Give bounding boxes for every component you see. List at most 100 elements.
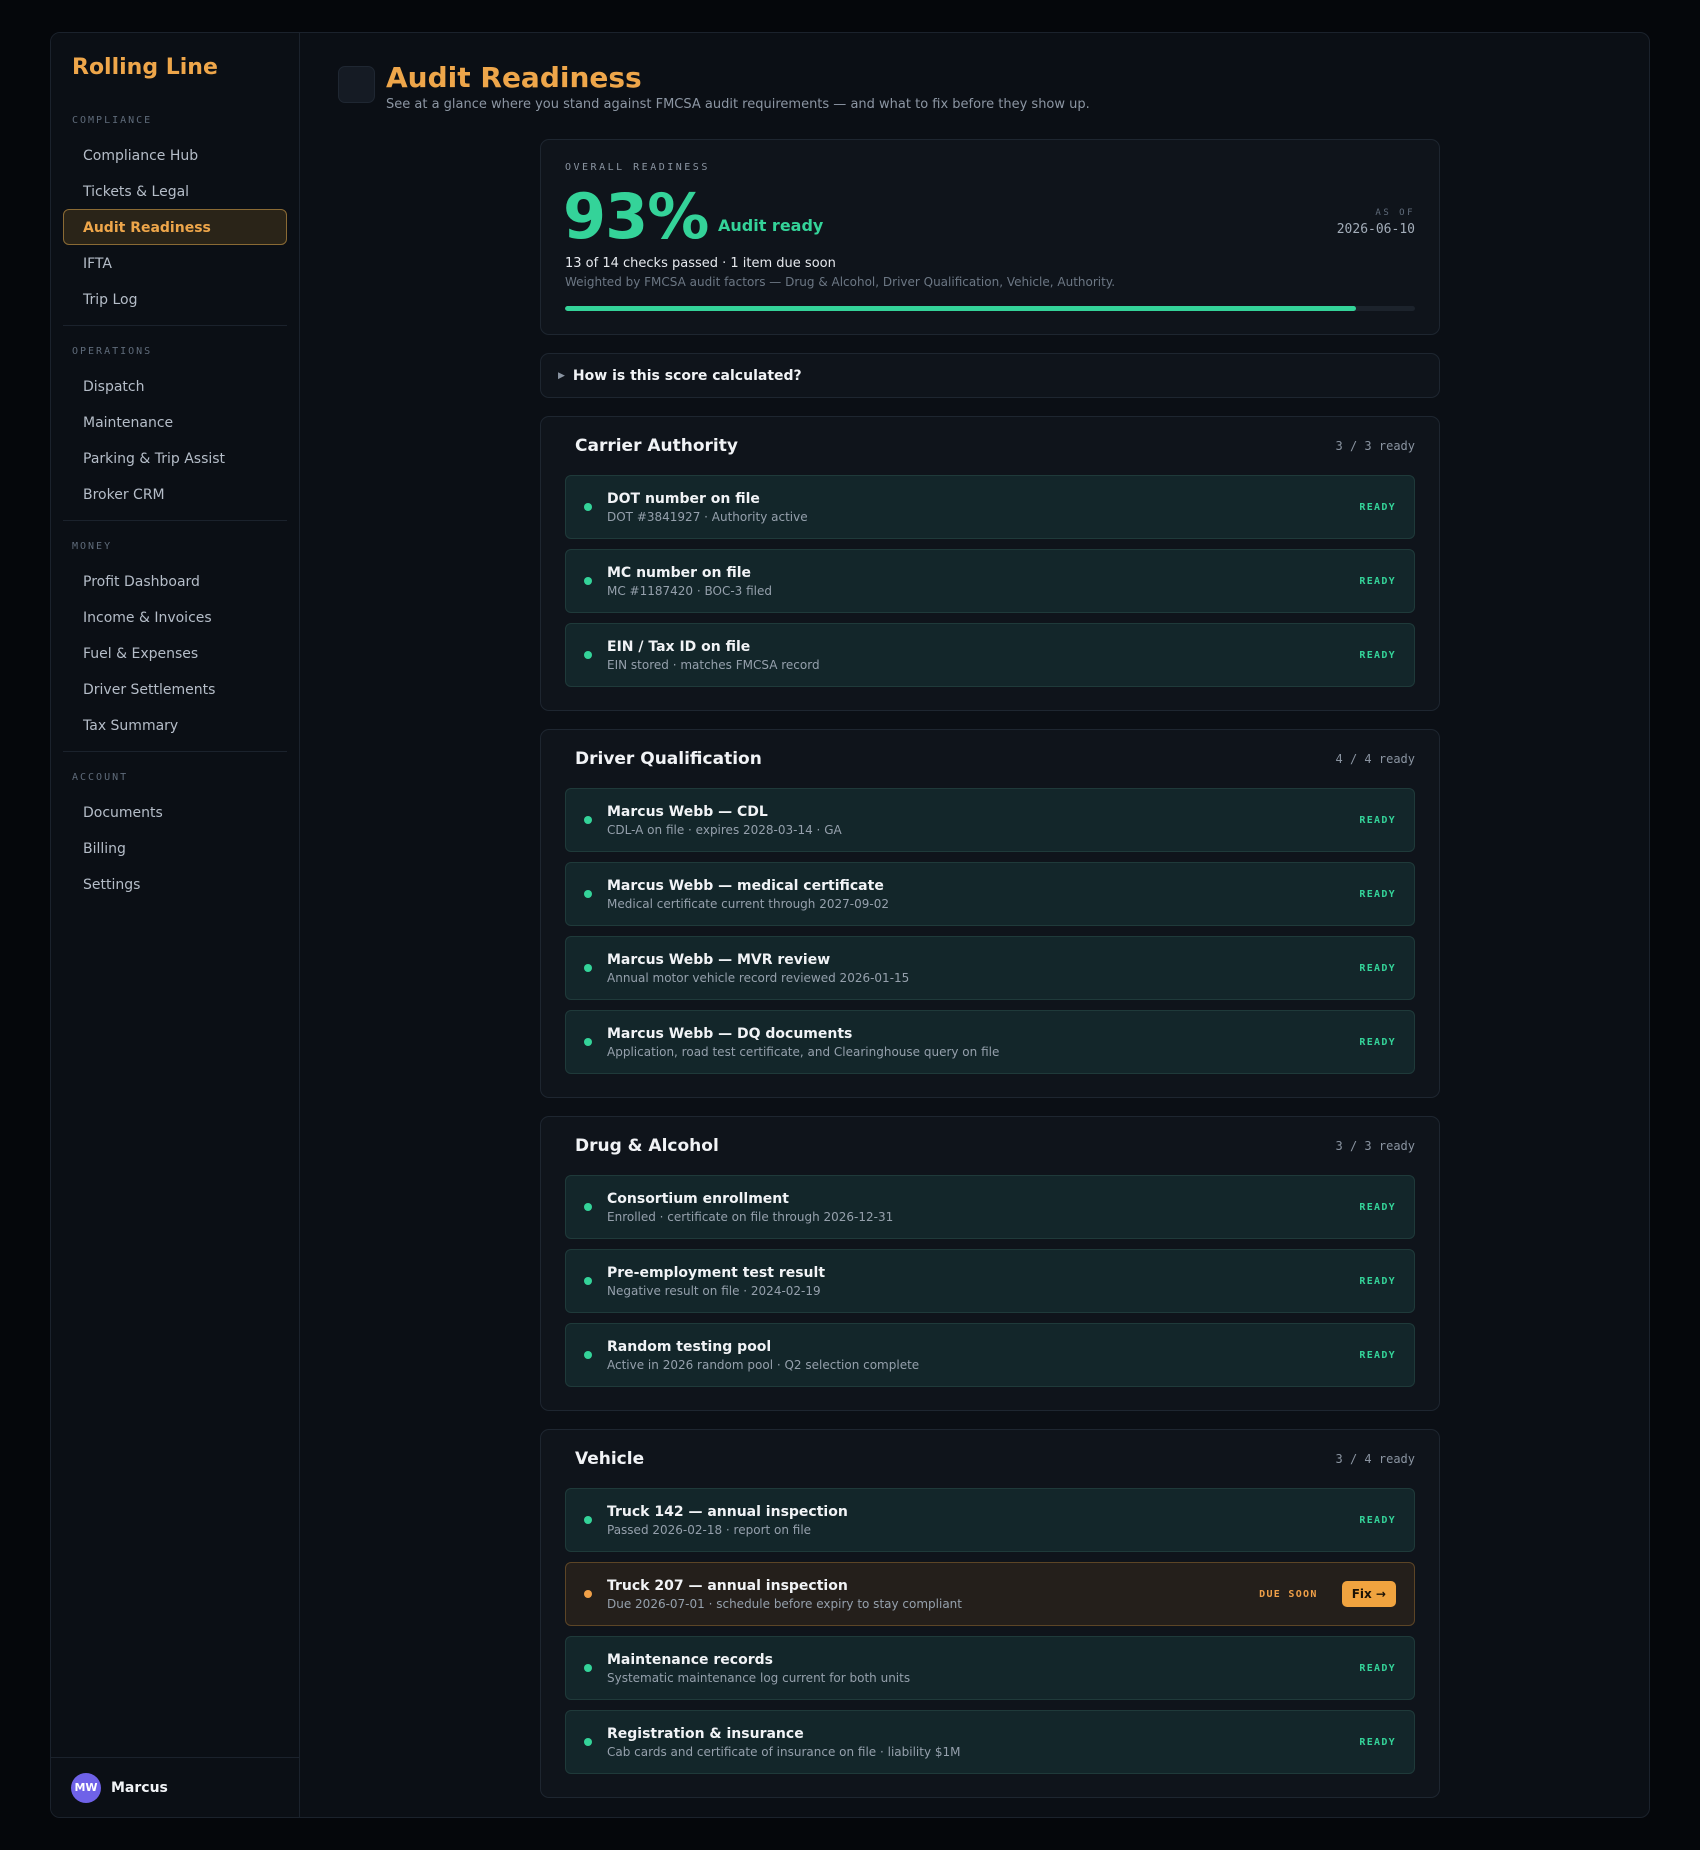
page-icon bbox=[338, 66, 375, 103]
check-item-detail: Active in 2026 random pool · Q2 selectio… bbox=[607, 1357, 920, 1372]
group-header: Driver Qualification 4 / 4 ready bbox=[565, 730, 1415, 788]
check-item-detail: DOT #3841927 · Authority active bbox=[607, 509, 808, 524]
overall-readiness-card: OVERALL READINESS 93% Audit ready AS OF … bbox=[540, 139, 1440, 335]
ready-status-dot-icon bbox=[584, 1738, 592, 1746]
check-item-title: Registration & insurance bbox=[607, 1725, 804, 1742]
check-item-text: Registration & insurance Cab cards and ce… bbox=[607, 1726, 1359, 1759]
check-status-badge: READY bbox=[1359, 962, 1396, 974]
overall-label: OVERALL READINESS bbox=[565, 162, 710, 173]
check-status-badge: READY bbox=[1359, 1736, 1396, 1748]
check-item-text: Marcus Webb — medical certificate Medical… bbox=[607, 878, 1359, 911]
sidebar-item-maintenance[interactable]: Maintenance bbox=[63, 404, 287, 440]
check-item-detail: Passed 2026-02-18 · report on file bbox=[607, 1522, 812, 1537]
check-status-badge: READY bbox=[1359, 1275, 1396, 1287]
brand-logo[interactable]: Rolling Line bbox=[51, 33, 299, 111]
check-item-text: Truck 207 — annual inspection Due 2026-07… bbox=[607, 1578, 1259, 1611]
nav-section-account: ACCOUNT Documents Billing Settings bbox=[63, 751, 287, 902]
check-item-detail: Cab cards and certificate of insurance o… bbox=[607, 1744, 961, 1759]
ready-status-dot-icon bbox=[584, 1351, 592, 1359]
check-item-text: DOT number on file DOT #3841927 · Authori… bbox=[607, 491, 1359, 524]
readiness-content: OVERALL READINESS 93% Audit ready AS OF … bbox=[540, 139, 1440, 1798]
check-item-text: Truck 142 — annual inspection Passed 2026… bbox=[607, 1504, 1359, 1537]
nav-section-compliance: COMPLIANCE Compliance Hub Tickets & Legal… bbox=[51, 111, 299, 325]
warning-status-dot-icon bbox=[584, 1590, 592, 1598]
group-title: Drug & Alcohol bbox=[575, 1136, 719, 1156]
check-group-vehicle: Vehicle 3 / 4 ready Truck 142 — annual ins… bbox=[540, 1429, 1440, 1798]
sidebar-item-parking-and-trip-assist[interactable]: Parking & Trip Assist bbox=[63, 440, 287, 476]
sidebar-item-documents[interactable]: Documents bbox=[63, 794, 287, 830]
main-content: Audit Readiness See at a glance where yo… bbox=[300, 33, 1649, 1817]
sidebar-item-fuel-and-expenses[interactable]: Fuel & Expenses bbox=[63, 635, 287, 671]
user-profile[interactable]: MW Marcus bbox=[51, 1757, 299, 1817]
check-item[interactable]: Marcus Webb — MVR review Annual motor veh… bbox=[565, 936, 1415, 1000]
check-item-detail: Due 2026-07-01 · schedule before expiry … bbox=[607, 1596, 962, 1611]
check-status-badge: READY bbox=[1359, 814, 1396, 826]
sidebar-item-audit-readiness[interactable]: Audit Readiness bbox=[63, 209, 287, 245]
check-item-text: Consortium enrollment Enrolled · certific… bbox=[607, 1191, 1359, 1224]
page-subtitle: See at a glance where you stand against … bbox=[386, 97, 1090, 112]
fix-button[interactable]: Fix → bbox=[1341, 1581, 1396, 1607]
sidebar-item-compliance-hub[interactable]: Compliance Hub bbox=[63, 137, 287, 173]
check-item-title: Truck 207 — annual inspection bbox=[607, 1577, 848, 1594]
check-item[interactable]: Consortium enrollment Enrolled · certific… bbox=[565, 1175, 1415, 1239]
check-item[interactable]: Registration & insurance Cab cards and ce… bbox=[565, 1710, 1415, 1774]
as-of-date: 2026-06-10 bbox=[1336, 222, 1415, 237]
check-item[interactable]: Pre-employment test result Negative resul… bbox=[565, 1249, 1415, 1313]
check-item[interactable]: DOT number on file DOT #3841927 · Authori… bbox=[565, 475, 1415, 539]
check-group-drug-and-alcohol: Drug & Alcohol 3 / 3 ready Consortium enro… bbox=[540, 1116, 1440, 1411]
ready-status-dot-icon bbox=[584, 503, 592, 511]
check-item-text: MC number on file MC #1187420 · BOC-3 fil… bbox=[607, 565, 1359, 598]
group-title: Driver Qualification bbox=[575, 749, 762, 769]
group-title: Vehicle bbox=[575, 1449, 645, 1469]
check-item-detail: CDL-A on file · expires 2028-03-14 · GA bbox=[607, 822, 842, 837]
group-header: Carrier Authority 3 / 3 ready bbox=[565, 417, 1415, 475]
check-item-detail: Systematic maintenance log current for b… bbox=[607, 1670, 911, 1685]
readiness-percent: 93% bbox=[563, 180, 709, 253]
section-label: ACCOUNT bbox=[72, 772, 129, 783]
ready-status-dot-icon bbox=[584, 816, 592, 824]
check-item-detail: Enrolled · certificate on file through 2… bbox=[607, 1209, 894, 1224]
sidebar-item-dispatch[interactable]: Dispatch bbox=[63, 368, 287, 404]
group-count: 3 / 3 ready bbox=[1335, 1139, 1415, 1153]
sidebar-item-driver-settlements[interactable]: Driver Settlements bbox=[63, 671, 287, 707]
check-item[interactable]: Marcus Webb — CDL CDL-A on file · expires… bbox=[565, 788, 1415, 852]
group-header: Vehicle 3 / 4 ready bbox=[565, 1430, 1415, 1488]
sidebar-item-profit-dashboard[interactable]: Profit Dashboard bbox=[63, 563, 287, 599]
check-item-text: Marcus Webb — MVR review Annual motor veh… bbox=[607, 952, 1359, 985]
check-item-text: EIN / Tax ID on file EIN stored · matches… bbox=[607, 639, 1359, 672]
check-item[interactable]: Truck 207 — annual inspection Due 2026-07… bbox=[565, 1562, 1415, 1626]
check-item-title: Random testing pool bbox=[607, 1338, 772, 1355]
group-header: Drug & Alcohol 3 / 3 ready bbox=[565, 1117, 1415, 1175]
check-item[interactable]: Marcus Webb — medical certificate Medical… bbox=[565, 862, 1415, 926]
as-of-label: AS OF bbox=[1375, 208, 1415, 218]
check-item-title: EIN / Tax ID on file bbox=[607, 638, 751, 655]
sidebar-item-income-and-invoices[interactable]: Income & Invoices bbox=[63, 599, 287, 635]
check-item-detail: Medical certificate current through 2027… bbox=[607, 896, 889, 911]
group-count: 3 / 3 ready bbox=[1335, 439, 1415, 453]
score-explainer-toggle[interactable]: ▶ How is this score calculated? bbox=[540, 353, 1440, 398]
check-item-title: Truck 142 — annual inspection bbox=[607, 1503, 848, 1520]
check-item-text: Random testing pool Active in 2026 random… bbox=[607, 1339, 1359, 1372]
check-item[interactable]: Truck 142 — annual inspection Passed 2026… bbox=[565, 1488, 1415, 1552]
sidebar-item-tickets-and-legal[interactable]: Tickets & Legal bbox=[63, 173, 287, 209]
check-item-detail: Negative result on file · 2024-02-19 bbox=[607, 1283, 821, 1298]
check-status-badge: READY bbox=[1359, 1201, 1396, 1213]
check-item[interactable]: Maintenance records Systematic maintenanc… bbox=[565, 1636, 1415, 1700]
sidebar-item-tax-summary[interactable]: Tax Summary bbox=[63, 707, 287, 743]
sidebar-item-trip-log[interactable]: Trip Log bbox=[63, 281, 287, 317]
check-item-detail: MC #1187420 · BOC-3 filed bbox=[607, 583, 773, 598]
sidebar: Rolling Line COMPLIANCE Compliance Hub Ti… bbox=[51, 33, 300, 1817]
check-item[interactable]: EIN / Tax ID on file EIN stored · matches… bbox=[565, 623, 1415, 687]
check-item[interactable]: Random testing pool Active in 2026 random… bbox=[565, 1323, 1415, 1387]
sidebar-item-settings[interactable]: Settings bbox=[63, 866, 287, 902]
sidebar-item-billing[interactable]: Billing bbox=[63, 830, 287, 866]
check-item-title: Marcus Webb — DQ documents bbox=[607, 1025, 853, 1042]
sidebar-item-ifta[interactable]: IFTA bbox=[63, 245, 287, 281]
sidebar-item-broker-crm[interactable]: Broker CRM bbox=[63, 476, 287, 512]
check-status-badge: READY bbox=[1359, 1349, 1396, 1361]
check-item-detail: Annual motor vehicle record reviewed 202… bbox=[607, 970, 910, 985]
check-item[interactable]: MC number on file MC #1187420 · BOC-3 fil… bbox=[565, 549, 1415, 613]
check-item[interactable]: Marcus Webb — DQ documents Application, r… bbox=[565, 1010, 1415, 1074]
nav-section-operations: OPERATIONS Dispatch Maintenance Parking & … bbox=[63, 325, 287, 520]
section-label: OPERATIONS bbox=[72, 346, 153, 357]
